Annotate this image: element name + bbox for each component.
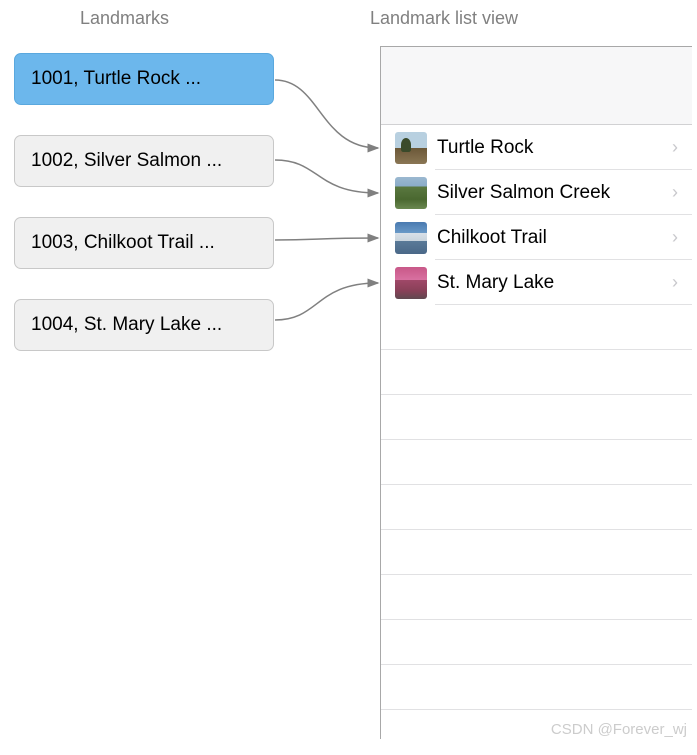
phone-preview: Turtle Rock › Silver Salmon Creek › Chil… [380,46,692,739]
listview-heading: Landmark list view [280,0,697,47]
empty-list-row [381,620,692,665]
phone-statusbar [381,47,692,125]
list-item[interactable]: Silver Salmon Creek › [381,170,692,215]
chevron-right-icon: › [672,182,678,203]
empty-list-row [381,485,692,530]
empty-list-row [381,395,692,440]
empty-list-row [381,575,692,620]
empty-list-row [381,530,692,575]
landmark-card-label: 1001, Turtle Rock ... [31,68,201,89]
list-item[interactable]: Turtle Rock › [381,125,692,170]
list-item[interactable]: St. Mary Lake › [381,260,692,305]
thumbnail-turtle-rock [395,132,427,164]
thumbnail-silver-salmon [395,177,427,209]
list-item-label: Chilkoot Trail [437,227,672,249]
thumbnail-st-mary-lake [395,267,427,299]
landmark-card[interactable]: 1001, Turtle Rock ... [14,53,274,105]
empty-list-row [381,665,692,710]
thumbnail-chilkoot-trail [395,222,427,254]
landmark-list: Turtle Rock › Silver Salmon Creek › Chil… [381,125,692,755]
landmark-card[interactable]: 1004, St. Mary Lake ... [14,299,274,351]
empty-list-row [381,305,692,350]
landmark-card[interactable]: 1003, Chilkoot Trail ... [14,217,274,269]
list-item-label: Turtle Rock [437,137,672,159]
watermark: CSDN @Forever_wj [551,721,687,738]
list-item[interactable]: Chilkoot Trail › [381,215,692,260]
chevron-right-icon: › [672,227,678,248]
landmark-card-label: 1002, Silver Salmon ... [31,150,222,171]
landmark-card-label: 1003, Chilkoot Trail ... [31,232,215,253]
landmark-card-label: 1004, St. Mary Lake ... [31,314,222,335]
chevron-right-icon: › [672,137,678,158]
empty-list-row [381,440,692,485]
landmarks-data-section: Landmarks 1001, Turtle Rock ... 1002, Si… [0,0,280,742]
list-item-label: Silver Salmon Creek [437,182,672,204]
list-item-label: St. Mary Lake [437,272,672,294]
landmark-card[interactable]: 1002, Silver Salmon ... [14,135,274,187]
empty-list-row [381,350,692,395]
chevron-right-icon: › [672,272,678,293]
landmarks-heading: Landmarks [0,0,280,53]
